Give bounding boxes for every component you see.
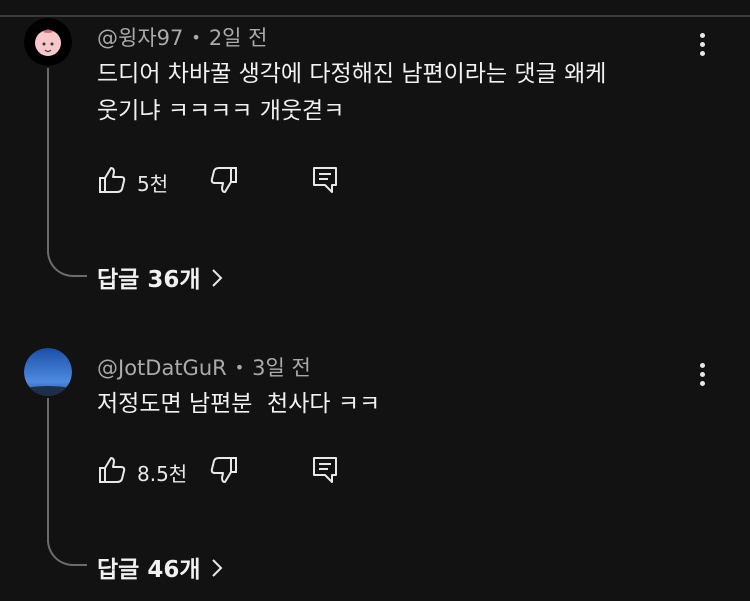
comment-reply-icon <box>313 457 337 483</box>
thread-connector <box>47 540 87 566</box>
author-name[interactable]: @JotDatGuR <box>97 356 227 380</box>
replies-count: 답글 46개 <box>97 557 201 583</box>
timestamp[interactable]: 3일 전 <box>252 356 311 380</box>
separator-dot: • <box>234 358 245 377</box>
avatar[interactable] <box>24 348 72 396</box>
chevron-right-icon <box>211 558 223 584</box>
like-button[interactable] <box>97 455 127 485</box>
comment-text: 저정도면 남편분 천사다 ㅋㅋ <box>97 391 381 417</box>
reply-button[interactable] <box>311 455 339 485</box>
thread-line <box>47 398 49 542</box>
comment-meta: @JotDatGuR • 3일 전 <box>97 352 311 382</box>
dislike-button[interactable] <box>209 455 239 485</box>
view-replies-button[interactable]: 답글 46개 <box>97 550 223 584</box>
comment-2: @JotDatGuR • 3일 전 저정도면 남편분 천사다 ㅋㅋ 8.5천 답… <box>0 0 750 601</box>
thumb-up-icon <box>99 457 126 483</box>
comment-actions: 8.5천 <box>97 455 357 489</box>
more-options-button[interactable] <box>692 360 712 388</box>
thumb-down-icon <box>210 457 237 483</box>
like-count: 8.5천 <box>137 462 188 486</box>
